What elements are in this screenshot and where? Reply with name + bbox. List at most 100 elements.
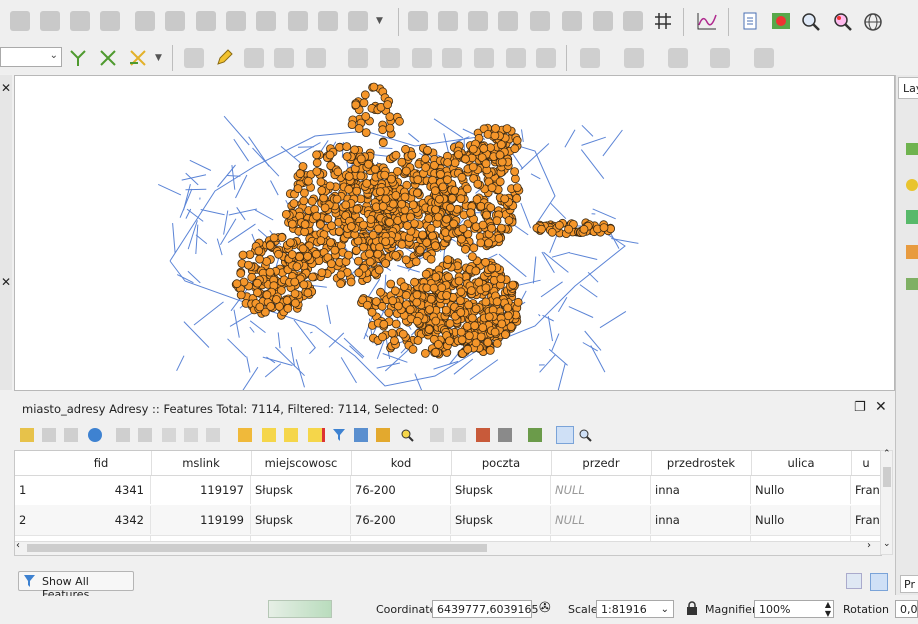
label-tool-icon-2[interactable] [562,11,582,31]
align-tool-icon-2[interactable] [438,11,458,31]
digitize-tool-icon-5[interactable] [135,11,155,31]
digitize-tool-icon-8[interactable] [226,11,246,31]
scale-select[interactable]: 1:81916 ⌄ [596,600,674,618]
cell-fid[interactable]: 4342 [51,506,151,534]
cell-miejscowosc[interactable]: Słupsk [251,506,351,534]
align-tool-icon-3[interactable] [468,11,488,31]
multi-edit-icon[interactable] [42,428,56,442]
select-expression-icon[interactable] [238,428,252,442]
chevron-down-icon[interactable]: ⌄ [883,539,891,549]
rotation-field[interactable]: 0,0 [895,600,918,618]
row-number[interactable]: 2 [19,506,49,534]
magnifier-field[interactable]: 100% ▲ ▼ [754,600,834,618]
digitize-tool-icon-7[interactable] [196,11,216,31]
properties-tab[interactable]: Pr [900,575,918,593]
move-selection-top-icon[interactable] [354,428,368,442]
label-tool-icon-3[interactable] [593,11,613,31]
close-icon[interactable]: ✕ [1,275,11,289]
deselect-icon[interactable] [308,428,325,442]
globe-icon[interactable] [862,11,882,31]
layer-icon-4[interactable] [906,245,918,259]
cell-przedrostek[interactable]: inna [651,476,751,504]
row-number[interactable]: 1 [19,476,49,504]
digitize-tool-icon-2[interactable] [40,11,60,31]
paste-icon[interactable] [474,48,494,68]
cell-kod[interactable]: 76-200 [351,506,451,534]
label-tool-icon-4[interactable] [623,11,643,31]
map-tip-icon[interactable] [770,11,790,31]
layer-icon-3[interactable] [906,210,918,224]
table-row[interactable]: 2 4342 119199 Słupsk 76-200 Słupsk NULL inna Nul… [15,505,881,536]
paste-rows-icon[interactable] [452,428,466,442]
cell-mslink[interactable]: 119199 [151,506,251,534]
dock-table-icon[interactable] [556,426,574,444]
cell-przedr[interactable]: NULL [551,506,651,534]
undo-icon[interactable] [506,48,526,68]
delete-feature-icon[interactable] [138,428,152,442]
digitizing-icon-1[interactable] [580,48,600,68]
chart-icon[interactable] [696,11,717,31]
digitize-tool-icon-12[interactable] [348,11,368,31]
column-header-miejscowosc[interactable]: miejscowosc [251,451,352,475]
column-header-poczta[interactable]: poczta [451,451,552,475]
field-calculator-icon[interactable] [528,428,542,442]
delete-field-icon[interactable] [498,428,512,442]
table-view-icon[interactable] [870,573,888,591]
cell-u[interactable]: Fran [851,506,881,534]
digitizing-icon-3[interactable] [668,48,688,68]
form-view-icon[interactable] [846,573,862,589]
left-dock-strip[interactable]: ✕ ✕ [0,75,12,390]
column-header-u[interactable]: u [851,451,881,475]
cell-mslink[interactable]: 119197 [151,476,251,504]
show-all-features-button[interactable]: Show All Features [18,571,134,601]
snapping-tool-icon-1[interactable] [68,48,88,68]
zoom-to-selection-icon[interactable] [400,428,414,442]
chevron-up-icon[interactable]: ⌃ [883,449,891,459]
chevron-down-icon[interactable]: ▼ [376,16,383,26]
snapping-tool-icon-3[interactable] [128,48,148,68]
layer-icon-2[interactable] [906,179,918,191]
map-canvas[interactable] [14,75,895,394]
zoom-icon[interactable] [800,11,820,31]
digitizing-icon-2[interactable] [624,48,644,68]
digitize-tool-icon-1[interactable] [10,11,30,31]
vertical-scrollbar[interactable]: ⌃ ⌄ [880,449,893,555]
cell-fid[interactable]: 4341 [51,476,151,504]
horizontal-scrollbar[interactable]: ‹ › [15,540,881,555]
digitizing-icon-4[interactable] [710,48,730,68]
edit-pencil-icon-1[interactable] [184,48,204,68]
cell-kod[interactable]: 76-200 [351,476,451,504]
table-row[interactable]: 1 4341 119197 Słupsk 76-200 Słupsk NULL inna Nul… [15,475,881,506]
select-all-icon[interactable] [262,428,276,442]
new-document-icon[interactable] [740,11,760,31]
chevron-left-icon[interactable]: ‹ [16,540,20,551]
cut-icon[interactable] [162,428,176,442]
chevron-down-icon[interactable]: ▼ [155,53,162,63]
cell-poczta[interactable]: Słupsk [451,506,551,534]
scrollbar-handle[interactable] [27,544,487,552]
column-header-ulica[interactable]: ulica [751,451,852,475]
mouse-coordinates-icon[interactable]: ✇ [539,600,551,616]
add-feature-icon[interactable] [274,48,294,68]
digitize-tool-icon-9[interactable] [256,11,276,31]
layers-panel-tab[interactable]: Lay [898,77,918,99]
digitize-tool-icon-4[interactable] [100,11,120,31]
grid-icon[interactable] [653,11,673,31]
cell-przedrostek[interactable]: inna [651,506,751,534]
vertex-tool-icon[interactable] [306,48,326,68]
close-icon[interactable]: ✕ [875,399,887,415]
coordinate-field[interactable]: 6439777,6039165 [432,600,538,618]
add-feature-icon[interactable] [116,428,130,442]
reload-icon[interactable] [88,428,102,442]
new-field-icon[interactable] [476,428,490,442]
cell-ulica[interactable]: Nullo [751,506,851,534]
label-tool-icon-1[interactable] [530,11,550,31]
scrollbar-handle[interactable] [883,467,891,487]
column-header-przedrostek[interactable]: przedrostek [651,451,752,475]
column-header-przedr[interactable]: przedr [551,451,652,475]
layer-select[interactable]: ⌄ [0,47,62,67]
digitize-tool-icon-10[interactable] [288,11,308,31]
attribute-table[interactable]: fid mslink miejscowosc kod poczta przedr przed… [14,450,882,556]
spinner-icon[interactable]: ▲ ▼ [825,600,831,618]
cell-poczta[interactable]: Słupsk [451,476,551,504]
